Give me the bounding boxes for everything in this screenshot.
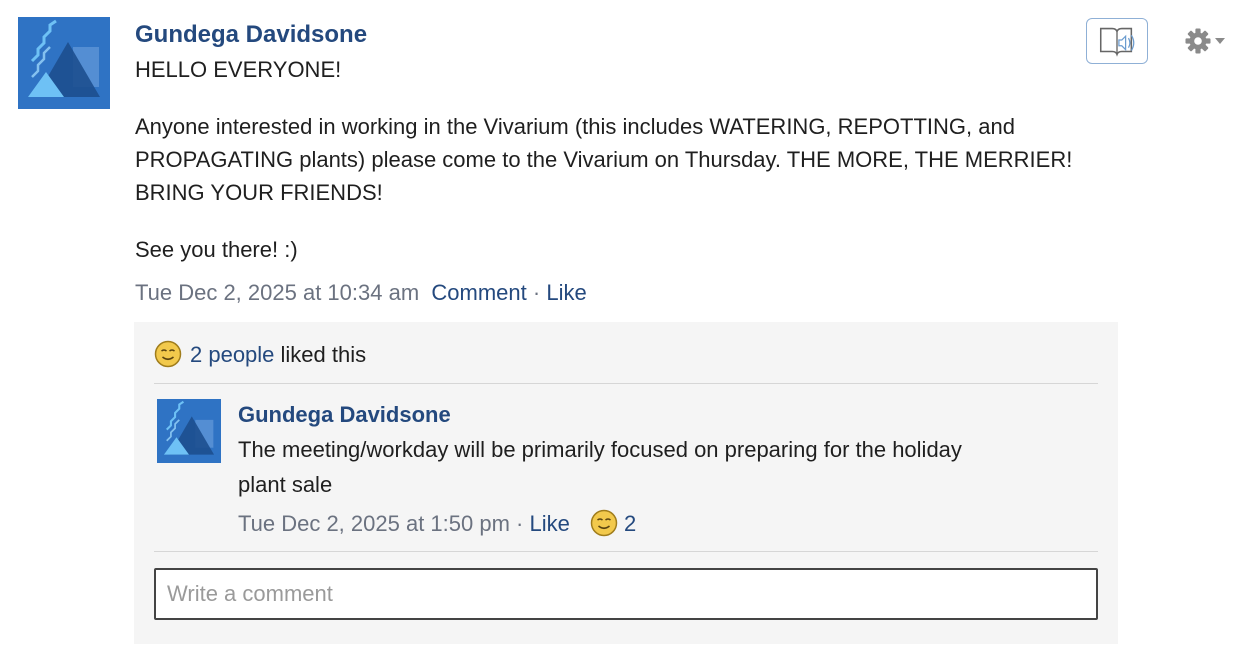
read-aloud-button[interactable] (1086, 18, 1148, 64)
settings-menu-button[interactable] (1183, 26, 1231, 56)
post-body: HELLO EVERYONE! Anyone interested in wor… (135, 53, 1075, 266)
likes-summary: 2 people liked this (154, 340, 366, 370)
post-like-link[interactable]: Like (546, 280, 586, 305)
author-avatar[interactable] (18, 17, 110, 109)
gear-icon (1185, 28, 1225, 54)
post-paragraph: HELLO EVERYONE! (135, 57, 342, 82)
post-meta: Tue Dec 2, 2025 at 10:34 am Comment · Li… (135, 278, 587, 308)
smiley-icon (590, 509, 618, 537)
post-paragraph: Anyone interested in working in the Viva… (135, 114, 1073, 205)
meta-separator: · (532, 280, 541, 305)
comment-body: The meeting/workday will be primarily fo… (238, 437, 962, 497)
smiley-icon (154, 340, 182, 368)
abstract-geometric-avatar-icon (18, 17, 110, 109)
comment-timestamp: Tue Dec 2, 2025 at 1:50 pm (238, 511, 510, 536)
read-aloud-icon (1099, 27, 1135, 57)
post-paragraph: See you there! :) (135, 237, 298, 262)
post-timestamp: Tue Dec 2, 2025 at 10:34 am (135, 280, 420, 305)
comment-meta: Tue Dec 2, 2025 at 1:50 pm · Like 2 (238, 509, 636, 539)
post-author-name[interactable]: Gundega Davidsone (135, 20, 367, 50)
meta-separator: · (516, 511, 524, 536)
likes-people-link[interactable]: 2 people (190, 342, 274, 367)
write-comment-input[interactable] (154, 568, 1098, 620)
comment-link[interactable]: Comment (431, 280, 526, 305)
comment-author-avatar[interactable] (157, 399, 221, 463)
likes-suffix: liked this (274, 342, 367, 367)
chevron-down-icon (1215, 38, 1225, 44)
comment-like-link[interactable]: Like (529, 511, 569, 536)
comment-author-name[interactable]: Gundega Davidsone (238, 400, 451, 430)
comment-like-count[interactable]: 2 (624, 511, 636, 536)
divider (154, 551, 1098, 552)
abstract-geometric-avatar-icon (157, 399, 221, 463)
divider (154, 383, 1098, 384)
